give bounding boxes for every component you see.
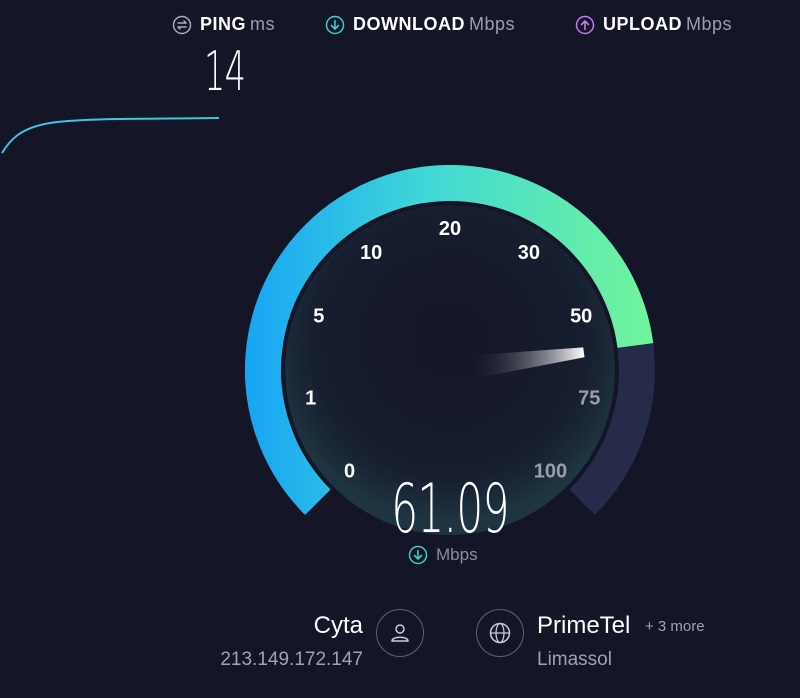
download-arrow-icon <box>408 545 428 565</box>
speed-unit: Mbps <box>408 545 478 565</box>
server-name[interactable]: PrimeTel <box>537 612 630 640</box>
speed-gauge: 0151020305075100 <box>245 164 655 535</box>
gauge-label-30: 30 <box>518 242 540 264</box>
gauge-label-5: 5 <box>313 306 324 328</box>
speed-unit-label: Mbps <box>436 545 478 564</box>
globe-icon <box>489 622 511 644</box>
gauge-label-20: 20 <box>439 218 461 240</box>
server-more-link[interactable]: + 3 more <box>645 618 705 635</box>
server-location: Limassol <box>537 649 612 670</box>
user-icon <box>391 624 409 642</box>
speed-value: 61.09 <box>391 470 509 549</box>
isp-button[interactable] <box>376 609 424 657</box>
gauge-label-10: 10 <box>360 242 382 264</box>
isp-name: Cyta <box>313 612 363 639</box>
server-button[interactable] <box>476 609 524 657</box>
isp-ip-address: 213.149.172.147 <box>220 649 363 670</box>
gauge-label-1: 1 <box>305 388 316 410</box>
gauge-label-50: 50 <box>570 306 592 328</box>
speedtest-screen: PING ms DOWNLOAD Mbps UPLOAD Mbps 14 0 1… <box>0 0 800 698</box>
gauge-label-75: 75 <box>578 388 600 410</box>
